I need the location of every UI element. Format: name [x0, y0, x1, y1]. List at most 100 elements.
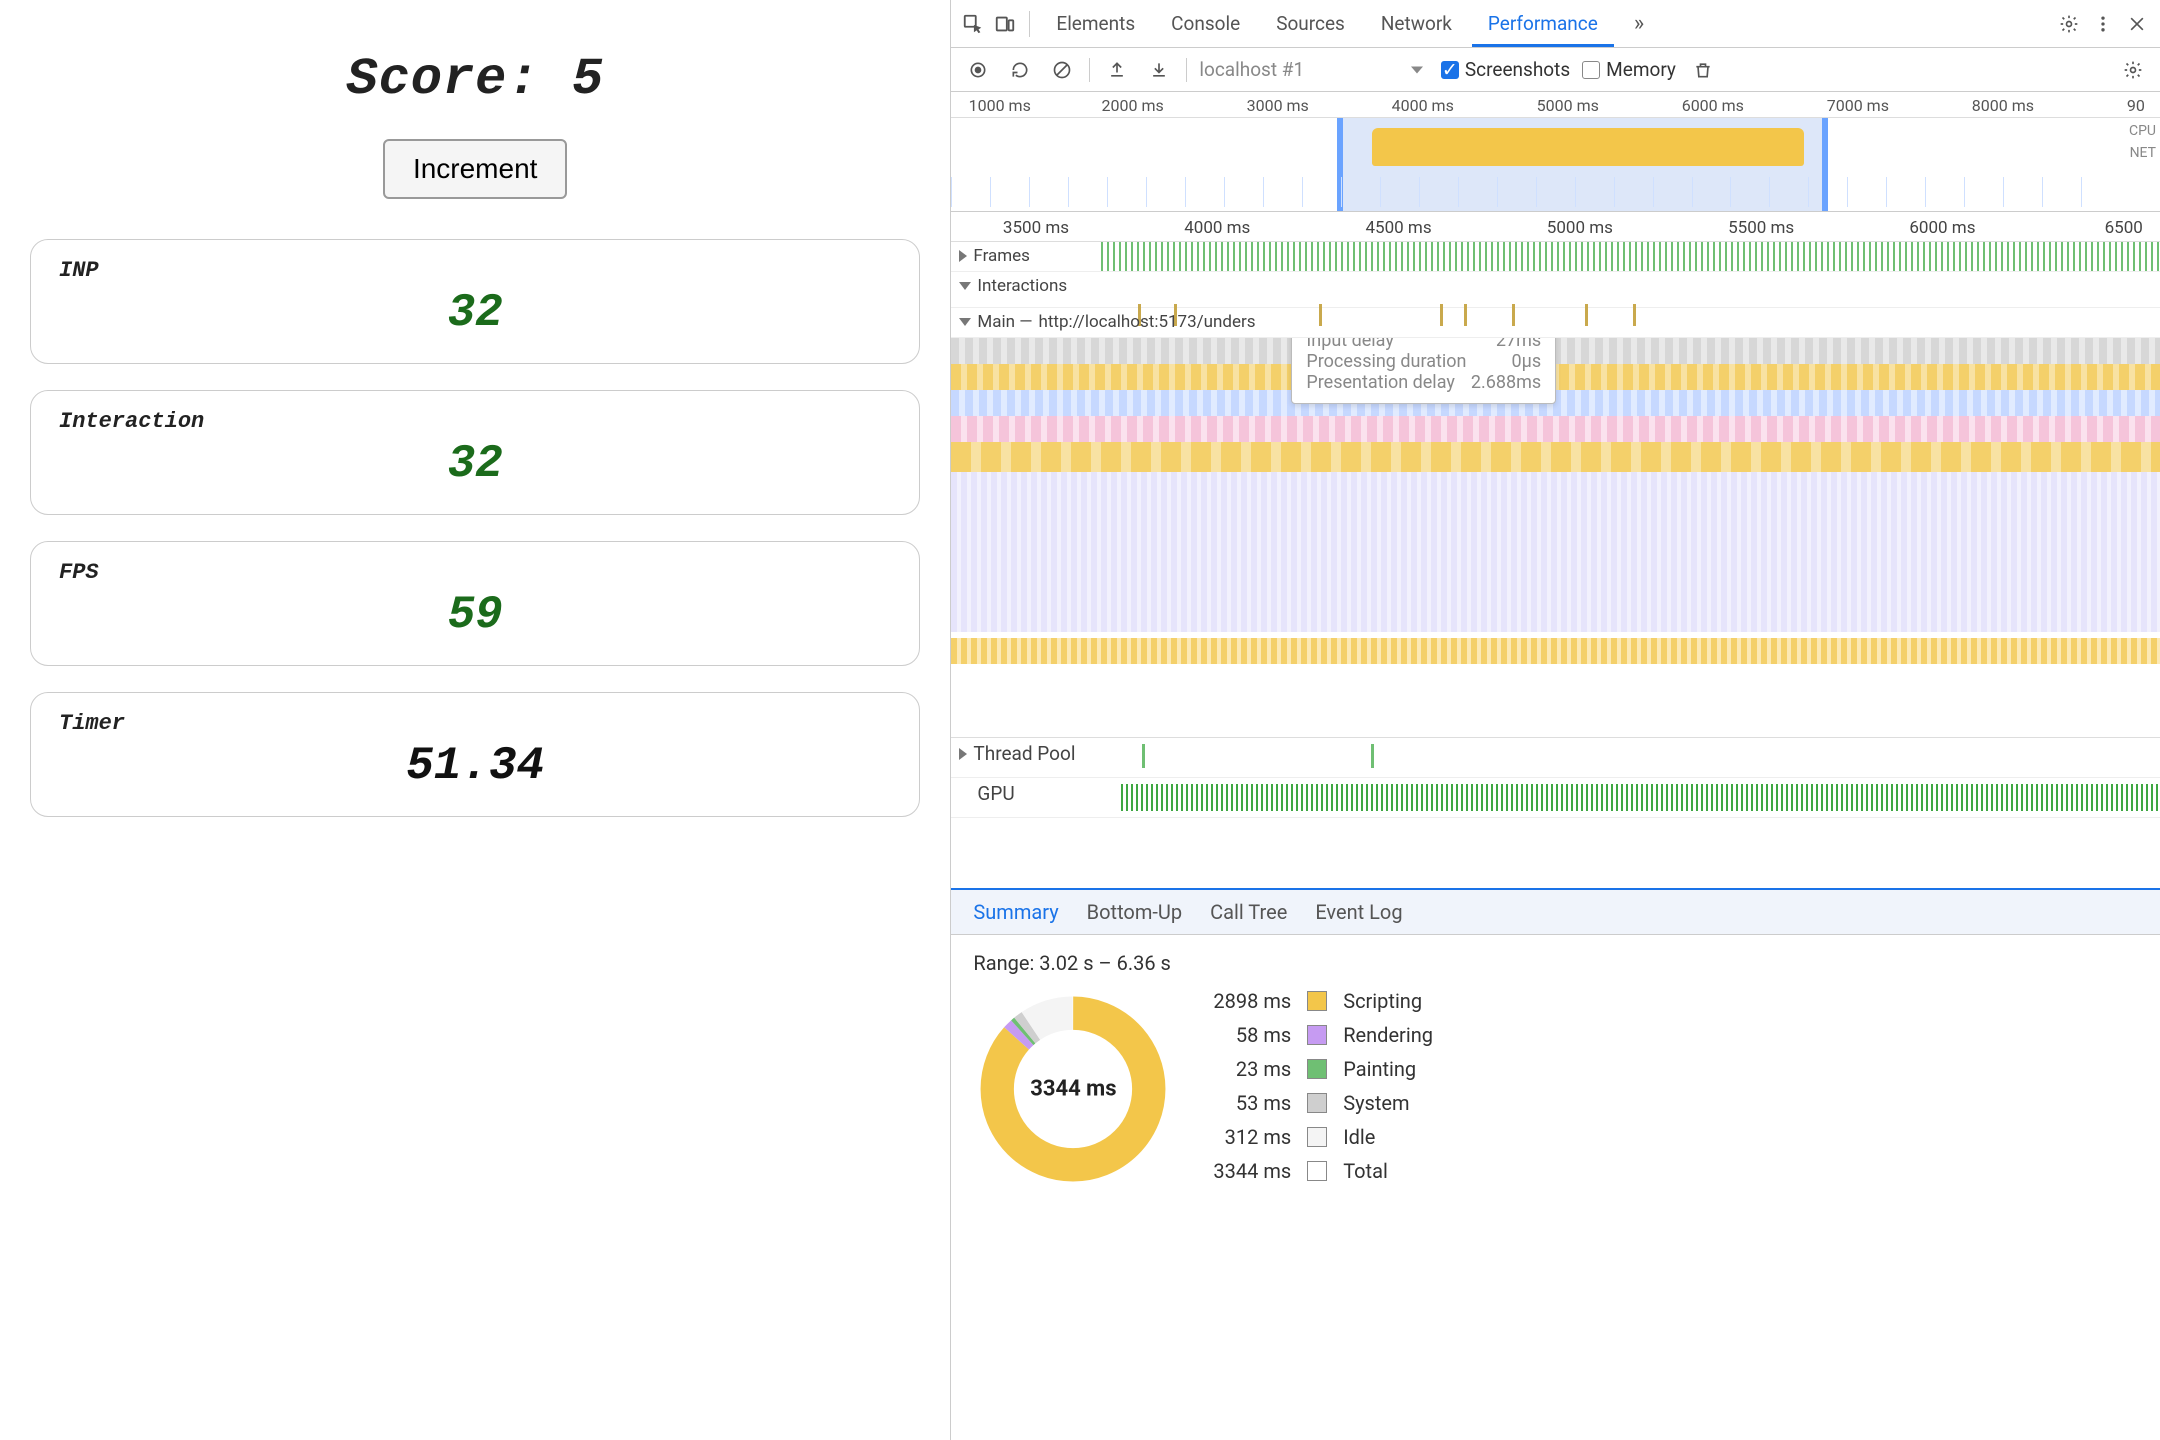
- ruler-tick: 4000 ms: [1184, 218, 1250, 238]
- app-panel: Score: 5 Increment INP 32 Interaction 32…: [0, 0, 950, 1440]
- ruler-tick: 6000 ms: [1909, 218, 1975, 238]
- gpu-strip: [1121, 784, 2160, 811]
- increment-button[interactable]: Increment: [383, 139, 568, 199]
- donut-total: 3344 ms: [1030, 1077, 1116, 1102]
- tooltip-val: 0μs: [1512, 351, 1542, 372]
- more-tabs-button[interactable]: »: [1618, 0, 1660, 48]
- disclose-icon[interactable]: [959, 748, 967, 760]
- legend-label: Rendering: [1343, 1023, 1433, 1047]
- tooltip-key: Processing duration: [1306, 351, 1466, 372]
- profile-select[interactable]: localhost #1: [1199, 58, 1429, 81]
- tab-bottom-up[interactable]: Bottom-Up: [1087, 900, 1182, 924]
- metric-value: 51.34: [59, 740, 891, 792]
- legend-ms: 312 ms: [1213, 1125, 1291, 1149]
- track-label: GPU: [977, 782, 1014, 805]
- score-label: Score:: [346, 50, 539, 109]
- summary-panel: Range: 3.02 s – 6.36 s 3344 ms 2898 msSc…: [951, 935, 2160, 1205]
- devtools-panel: Elements Console Sources Network Perform…: [950, 0, 2160, 1440]
- legend-swatch: [1307, 1093, 1327, 1113]
- perf-settings-icon[interactable]: [2118, 55, 2148, 85]
- legend-label: Scripting: [1343, 989, 1433, 1013]
- track-label-prefix: Main —: [977, 312, 1032, 332]
- tab-sources[interactable]: Sources: [1260, 0, 1361, 47]
- ruler-tick: 6500: [2105, 218, 2143, 238]
- legend-ms: 53 ms: [1213, 1091, 1291, 1115]
- download-icon[interactable]: [1144, 55, 1174, 85]
- detail-ruler[interactable]: 3500 ms 4000 ms 4500 ms 5000 ms 5500 ms …: [951, 212, 2160, 242]
- track-label: Interactions: [977, 276, 1067, 296]
- interactions-track[interactable]: Interactions: [951, 272, 2160, 308]
- upload-icon[interactable]: [1102, 55, 1132, 85]
- spacer: [951, 818, 2160, 888]
- overview-row-labels: CPU NET: [2129, 120, 2156, 165]
- settings-icon[interactable]: [2054, 9, 2084, 39]
- metric-card-inp: INP 32: [30, 239, 920, 364]
- thread-pool-track[interactable]: Thread Pool: [951, 738, 2160, 778]
- checkbox-label: Screenshots: [1465, 58, 1570, 81]
- close-icon[interactable]: [2122, 9, 2152, 39]
- metric-label: Interaction: [59, 409, 891, 434]
- device-icon[interactable]: [991, 10, 1019, 38]
- overview-body[interactable]: [951, 118, 2120, 211]
- metric-label: FPS: [59, 560, 891, 585]
- legend-label: Total: [1343, 1159, 1433, 1183]
- legend-swatch: [1307, 1059, 1327, 1079]
- summary-legend: 2898 msScripting 58 msRendering 23 msPai…: [1213, 989, 1433, 1183]
- legend-ms: 3344 ms: [1213, 1159, 1291, 1183]
- tab-elements[interactable]: Elements: [1040, 0, 1151, 47]
- tab-summary[interactable]: Summary: [973, 900, 1058, 924]
- performance-toolbar: localhost #1 ✓ Screenshots Memory: [951, 48, 2160, 92]
- metric-card-fps: FPS 59: [30, 541, 920, 666]
- metric-label: Timer: [59, 711, 891, 736]
- disclose-icon[interactable]: [959, 318, 971, 326]
- overview-ruler: 1000 ms 2000 ms 3000 ms 4000 ms 5000 ms …: [951, 92, 2160, 118]
- ruler-tick: 5000 ms: [1537, 96, 1599, 115]
- reload-icon[interactable]: [1005, 55, 1035, 85]
- metric-label: INP: [59, 258, 891, 283]
- overview-net-row: [951, 177, 2120, 207]
- track-label-url: http://localhost:5173/unders: [1039, 312, 1256, 332]
- main-track-header[interactable]: Main — http://localhost:5173/unders: [951, 308, 2160, 338]
- screenshots-checkbox[interactable]: ✓ Screenshots: [1441, 58, 1570, 81]
- ruler-tick: 4000 ms: [1392, 96, 1454, 115]
- profile-select-value: localhost #1: [1199, 58, 1304, 81]
- tab-event-log[interactable]: Event Log: [1315, 900, 1402, 924]
- main-flame-chart[interactable]: 29.69 ms Pointer Input delay27ms Process…: [951, 338, 2160, 738]
- thread-pool-strip: [1121, 738, 2160, 777]
- summary-range: Range: 3.02 s – 6.36 s: [973, 951, 2138, 975]
- disclose-icon[interactable]: [959, 282, 971, 290]
- overview-cpu-label: CPU: [2129, 120, 2156, 142]
- overview-timeline[interactable]: 1000 ms 2000 ms 3000 ms 4000 ms 5000 ms …: [951, 92, 2160, 212]
- metric-value: 32: [59, 287, 891, 339]
- ruler-tick: 2000 ms: [1102, 96, 1164, 115]
- legend-swatch: [1307, 1127, 1327, 1147]
- overview-cpu-bar: [1372, 128, 1804, 166]
- legend-label: System: [1343, 1091, 1433, 1115]
- tab-network[interactable]: Network: [1365, 0, 1468, 47]
- frames-track[interactable]: Frames: [951, 242, 2160, 272]
- summary-donut: 3344 ms: [973, 989, 1173, 1189]
- track-label: Thread Pool: [973, 742, 1075, 765]
- legend-ms: 58 ms: [1213, 1023, 1291, 1047]
- tab-console[interactable]: Console: [1155, 0, 1256, 47]
- ruler-tick: 5500 ms: [1728, 218, 1794, 238]
- metric-value: 32: [59, 438, 891, 490]
- separator: [1089, 58, 1090, 82]
- disclose-icon[interactable]: [959, 250, 967, 262]
- record-icon[interactable]: [963, 55, 993, 85]
- gc-icon[interactable]: [1688, 55, 1718, 85]
- tab-performance[interactable]: Performance: [1472, 0, 1614, 47]
- gpu-track[interactable]: GPU: [951, 778, 2160, 818]
- devtools-tabbar: Elements Console Sources Network Perform…: [951, 0, 2160, 48]
- tooltip-key: Input delay: [1306, 338, 1393, 351]
- tooltip-val: 2.688ms: [1471, 372, 1541, 393]
- clear-icon[interactable]: [1047, 55, 1077, 85]
- track-label: Frames: [973, 246, 1030, 266]
- tab-call-tree[interactable]: Call Tree: [1210, 900, 1287, 924]
- memory-checkbox[interactable]: Memory: [1582, 58, 1676, 81]
- legend-swatch: [1307, 1025, 1327, 1045]
- ruler-tick: 8000 ms: [1972, 96, 2034, 115]
- ruler-tick: 3500 ms: [1003, 218, 1069, 238]
- inspect-icon[interactable]: [959, 10, 987, 38]
- kebab-icon[interactable]: [2088, 9, 2118, 39]
